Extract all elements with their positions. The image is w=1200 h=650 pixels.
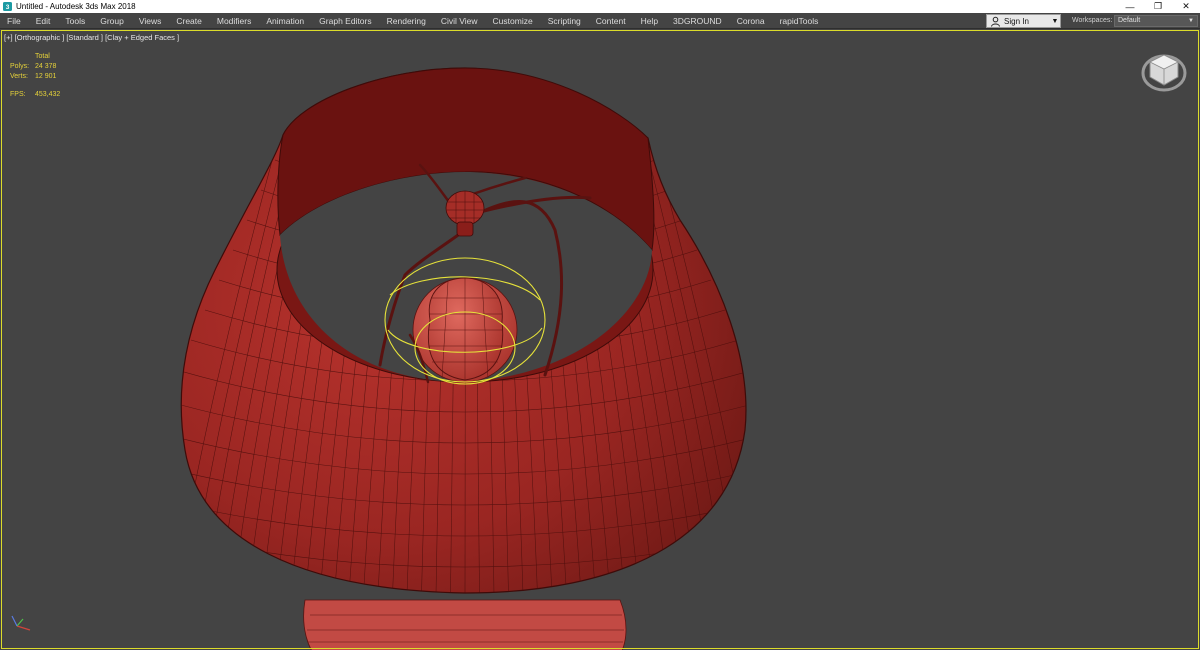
menu-scripting[interactable]: Scripting	[540, 13, 588, 29]
menu-modifiers[interactable]: Modifiers	[209, 13, 258, 29]
stats-fps-value: 453,432	[35, 91, 61, 98]
restore-button[interactable]: ❐	[1144, 0, 1172, 13]
menu-create[interactable]: Create	[169, 13, 210, 29]
menu-rapidtools[interactable]: rapidTools	[772, 13, 826, 29]
menu-civil-view[interactable]: Civil View	[433, 13, 485, 29]
menu-customize[interactable]: Customize	[485, 13, 540, 29]
viewport-statistics: Total Polys: 24 378 Verts: 12 901 FPS: 4…	[10, 52, 60, 100]
stats-polys-row: Polys: 24 378	[10, 62, 60, 72]
stats-polys-label: Polys:	[10, 63, 30, 70]
window-title: Untitled - Autodesk 3ds Max 2018	[16, 2, 136, 11]
viewcube-icon[interactable]	[1140, 47, 1188, 93]
menu-graph-editors[interactable]: Graph Editors	[312, 13, 379, 29]
menu-corona[interactable]: Corona	[729, 13, 772, 29]
bulb-mesh[interactable]	[412, 277, 518, 383]
scene-canvas[interactable]	[0, 30, 1200, 650]
window-titlebar: 3 Untitled - Autodesk 3ds Max 2018 — ❐ ✕	[0, 0, 1200, 13]
chevron-down-icon: ▼	[1051, 17, 1059, 25]
person-icon	[990, 16, 1001, 27]
sign-in-label: Sign In	[1004, 16, 1029, 26]
workspace-value: Default	[1118, 17, 1141, 24]
3ds-max-logo-icon: 3	[3, 2, 12, 11]
workspaces-label: Workspaces:	[1072, 17, 1113, 24]
menu-help[interactable]: Help	[633, 13, 665, 29]
viewport-label-menu[interactable]: [+] [Orthographic ] [Standard ] [Clay + …	[4, 33, 179, 42]
stats-verts-row: Verts: 12 901	[10, 72, 60, 82]
menu-group[interactable]: Group	[93, 13, 132, 29]
stats-fps-row: FPS: 453,432	[10, 90, 60, 100]
stats-verts-label: Verts:	[10, 73, 28, 80]
menu-3dground[interactable]: 3DGROUND	[666, 13, 730, 29]
minimize-button[interactable]: —	[1116, 0, 1144, 13]
menu-tools[interactable]: Tools	[58, 13, 93, 29]
stats-polys-value: 24 378	[35, 63, 57, 70]
menu-views[interactable]: Views	[131, 13, 169, 29]
menu-rendering[interactable]: Rendering	[379, 13, 433, 29]
chevron-down-icon: ▼	[1188, 18, 1194, 24]
close-button[interactable]: ✕	[1172, 0, 1200, 13]
menu-edit[interactable]: Edit	[28, 13, 58, 29]
svg-text:3: 3	[6, 4, 10, 11]
perspective-viewport[interactable]: [+] [Orthographic ] [Standard ] [Clay + …	[0, 30, 1200, 650]
menu-content[interactable]: Content	[588, 13, 633, 29]
workspace-select[interactable]: Default ▼	[1114, 15, 1198, 27]
stats-verts-value: 12 901	[35, 73, 57, 80]
stats-total-header: Total	[35, 53, 50, 60]
stats-fps-label: FPS:	[10, 91, 26, 98]
axis-tripod-icon	[8, 610, 36, 634]
menu-file[interactable]: File	[0, 13, 28, 29]
menu-animation[interactable]: Animation	[259, 13, 312, 29]
lamp-base-mesh[interactable]	[303, 599, 627, 650]
sign-in-dropdown[interactable]: Sign In ▼	[986, 14, 1061, 28]
